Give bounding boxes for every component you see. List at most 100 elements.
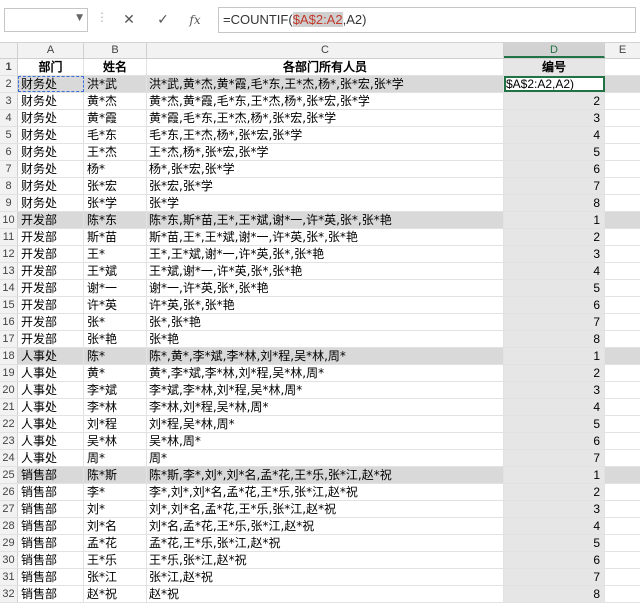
row-number[interactable]: 11 xyxy=(0,229,18,245)
row-number[interactable]: 16 xyxy=(0,314,18,330)
cell-number[interactable]: 3 xyxy=(504,246,605,262)
cell-name[interactable]: 黄*霞 xyxy=(84,110,147,126)
header-cell-name[interactable]: 姓名 xyxy=(84,59,147,75)
cell-number[interactable]: 1 xyxy=(504,212,605,228)
cell-all-members[interactable]: 张*江,赵*祝 xyxy=(147,569,504,585)
cell-number[interactable]: 1 xyxy=(504,467,605,483)
cell-number[interactable]: 8 xyxy=(504,586,605,602)
cell-number[interactable]: 3 xyxy=(504,382,605,398)
cell-department[interactable]: 人事处 xyxy=(18,450,84,466)
cell-e[interactable] xyxy=(605,127,640,143)
cell-department[interactable]: 财务处 xyxy=(18,144,84,160)
cell-department[interactable]: 财务处 xyxy=(18,178,84,194)
cell-name[interactable]: 李* xyxy=(84,484,147,500)
cell-department[interactable]: 开发部 xyxy=(18,263,84,279)
cell-number[interactable]: 6 xyxy=(504,297,605,313)
row-number[interactable]: 14 xyxy=(0,280,18,296)
cell-name[interactable]: 张*学 xyxy=(84,195,147,211)
cell-name[interactable]: 陈* xyxy=(84,348,147,364)
cell-all-members[interactable]: 毛*东,王*杰,杨*,张*宏,张*学 xyxy=(147,127,504,143)
cell-department[interactable]: 财务处 xyxy=(18,93,84,109)
cell-e[interactable] xyxy=(605,365,640,381)
row-number[interactable]: 22 xyxy=(0,416,18,432)
cell-e[interactable] xyxy=(605,178,640,194)
cell-e[interactable] xyxy=(605,246,640,262)
cell-name[interactable]: 许*英 xyxy=(84,297,147,313)
row-number[interactable]: 15 xyxy=(0,297,18,313)
cell-e[interactable] xyxy=(605,348,640,364)
cell-name[interactable]: 赵*祝 xyxy=(84,586,147,602)
cell-e[interactable] xyxy=(605,484,640,500)
row-number[interactable]: 21 xyxy=(0,399,18,415)
column-header-c[interactable]: C xyxy=(147,43,504,58)
cell-all-members[interactable]: 许*英,张*,张*艳 xyxy=(147,297,504,313)
cell-department[interactable]: 人事处 xyxy=(18,433,84,449)
row-number[interactable]: 3 xyxy=(0,93,18,109)
cell-all-members[interactable]: 李*斌,李*林,刘*程,吴*林,周* xyxy=(147,382,504,398)
cell-e[interactable] xyxy=(605,450,640,466)
column-header-e[interactable]: E xyxy=(605,43,640,58)
cell-name[interactable]: 王*乐 xyxy=(84,552,147,568)
column-header-d[interactable]: D xyxy=(504,43,605,58)
cell-number[interactable]: 8 xyxy=(504,195,605,211)
cell-number[interactable]: 4 xyxy=(504,399,605,415)
cell-all-members[interactable]: 黄*,李*斌,李*林,刘*程,吴*林,周* xyxy=(147,365,504,381)
insert-function-icon[interactable]: fx xyxy=(184,9,206,31)
cell-name[interactable]: 洪*武 xyxy=(84,76,147,92)
cell-name[interactable]: 张*江 xyxy=(84,569,147,585)
cell-all-members[interactable]: 张*学 xyxy=(147,195,504,211)
row-number[interactable]: 28 xyxy=(0,518,18,534)
cell-e[interactable] xyxy=(605,552,640,568)
cell-number[interactable]: 7 xyxy=(504,569,605,585)
cell-department[interactable]: 人事处 xyxy=(18,348,84,364)
cell-name[interactable]: 李*林 xyxy=(84,399,147,415)
row-number[interactable]: 18 xyxy=(0,348,18,364)
row-number[interactable]: 4 xyxy=(0,110,18,126)
cell-number[interactable]: 2 xyxy=(504,484,605,500)
cell-e[interactable] xyxy=(605,314,640,330)
cell-department[interactable]: 销售部 xyxy=(18,501,84,517)
cell-all-members[interactable]: 孟*花,王*乐,张*江,赵*祝 xyxy=(147,535,504,551)
cell-all-members[interactable]: 刘*名,孟*花,王*乐,张*江,赵*祝 xyxy=(147,518,504,534)
row-number[interactable]: 20 xyxy=(0,382,18,398)
cell-e[interactable] xyxy=(605,263,640,279)
select-all-corner[interactable] xyxy=(0,43,18,58)
cell-name[interactable]: 周* xyxy=(84,450,147,466)
cell-department[interactable]: 销售部 xyxy=(18,586,84,602)
cell-all-members[interactable]: 张*,张*艳 xyxy=(147,314,504,330)
confirm-icon[interactable]: ✓ xyxy=(152,9,174,31)
cell-number[interactable]: 5 xyxy=(504,280,605,296)
cell-e[interactable] xyxy=(605,416,640,432)
cell-name[interactable]: 张*艳 xyxy=(84,331,147,347)
cell-name[interactable]: 李*斌 xyxy=(84,382,147,398)
cell-e[interactable] xyxy=(605,297,640,313)
cell-e[interactable] xyxy=(605,433,640,449)
cell-name[interactable]: 刘*名 xyxy=(84,518,147,534)
cell-name[interactable]: 张*宏 xyxy=(84,178,147,194)
cell-department[interactable]: 销售部 xyxy=(18,467,84,483)
cell-e[interactable] xyxy=(605,93,640,109)
cell-department[interactable]: 开发部 xyxy=(18,297,84,313)
row-number[interactable]: 26 xyxy=(0,484,18,500)
cell-number[interactable]: 3 xyxy=(504,501,605,517)
row-number[interactable]: 13 xyxy=(0,263,18,279)
cell-all-members[interactable]: 黄*杰,黄*霞,毛*东,王*杰,杨*,张*宏,张*学 xyxy=(147,93,504,109)
cell-name[interactable]: 张* xyxy=(84,314,147,330)
cell-e[interactable] xyxy=(605,586,640,602)
cell-number[interactable]: 4 xyxy=(504,263,605,279)
cell-all-members[interactable]: 王*斌,谢*一,许*英,张*,张*艳 xyxy=(147,263,504,279)
cell-department[interactable]: 财务处 xyxy=(18,195,84,211)
cell-e[interactable] xyxy=(605,144,640,160)
cell-department[interactable]: 财务处 xyxy=(18,110,84,126)
cell-number[interactable]: 6 xyxy=(504,161,605,177)
cell-name[interactable]: 黄*杰 xyxy=(84,93,147,109)
cell-name[interactable]: 王* xyxy=(84,246,147,262)
cell-number[interactable]: 3 xyxy=(504,110,605,126)
cell-number[interactable]: 6 xyxy=(504,552,605,568)
row-number[interactable]: 29 xyxy=(0,535,18,551)
row-number[interactable]: 17 xyxy=(0,331,18,347)
cell-number[interactable]: 1 xyxy=(504,348,605,364)
cell-department[interactable]: 开发部 xyxy=(18,246,84,262)
cell-e[interactable] xyxy=(605,76,640,92)
cell-name[interactable]: 陈*东 xyxy=(84,212,147,228)
